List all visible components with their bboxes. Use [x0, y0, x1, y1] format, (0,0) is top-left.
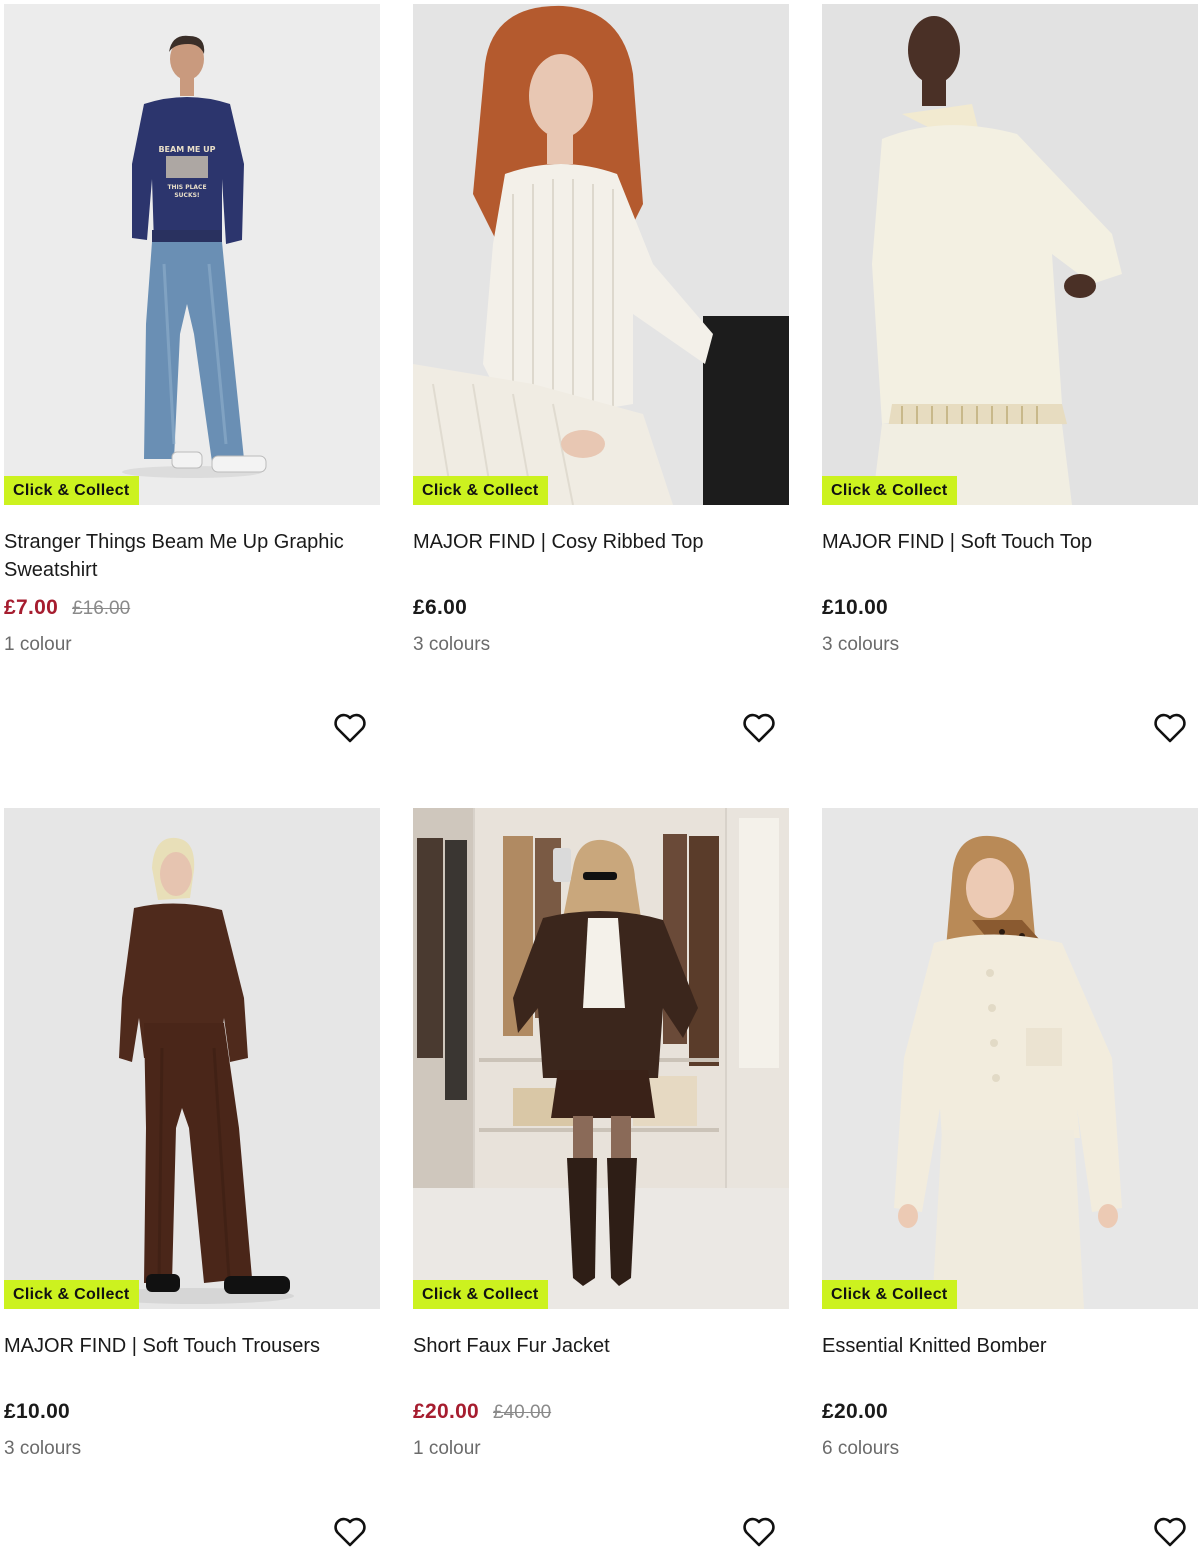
- price: £10.00: [4, 1400, 71, 1423]
- price: £10.00: [822, 596, 889, 619]
- graphic-text: BEAM ME UP: [158, 145, 215, 154]
- price-row: £6.00: [413, 593, 467, 623]
- product-image[interactable]: [822, 808, 1198, 1309]
- product-photo-faux-fur-jacket: [413, 808, 789, 1309]
- product-grid: BEAM ME UP THIS PLACE SUCKS! Click & Col…: [0, 0, 1200, 1552]
- price-row: £20.00: [822, 1397, 888, 1427]
- heart-outline-icon: [1154, 1517, 1186, 1547]
- product-card[interactable]: Click & Collect Short Faux Fur Jacket £2…: [413, 808, 789, 1552]
- price-row: £20.00 £40.00: [413, 1397, 551, 1427]
- wishlist-button[interactable]: [330, 708, 370, 748]
- product-card[interactable]: Click & Collect MAJOR FIND | Cosy Ribbed…: [413, 4, 789, 774]
- product-photo-soft-touch-top: [822, 4, 1198, 505]
- wishlist-button[interactable]: [739, 1512, 779, 1552]
- colour-count: 3 colours: [413, 634, 491, 655]
- price-row: £7.00 £16.00: [4, 593, 130, 623]
- product-image[interactable]: [822, 4, 1198, 505]
- heart-outline-icon: [743, 1517, 775, 1547]
- colour-count: 3 colours: [4, 1438, 82, 1459]
- product-title[interactable]: MAJOR FIND | Soft Touch Top: [822, 528, 1192, 556]
- wishlist-button[interactable]: [739, 708, 779, 748]
- price: £20.00: [822, 1400, 889, 1423]
- product-photo-knitted-bomber: [822, 808, 1198, 1309]
- product-image[interactable]: [4, 808, 380, 1309]
- product-photo-trousers: [4, 808, 380, 1309]
- heart-outline-icon: [334, 713, 366, 743]
- product-title[interactable]: Stranger Things Beam Me Up Graphic Sweat…: [4, 528, 374, 584]
- was-price: £16.00: [72, 598, 131, 619]
- click-collect-badge: Click & Collect: [822, 476, 957, 505]
- product-image[interactable]: [413, 808, 789, 1309]
- wishlist-button[interactable]: [1150, 1512, 1190, 1552]
- wishlist-button[interactable]: [1150, 708, 1190, 748]
- colour-count: 3 colours: [822, 634, 900, 655]
- product-title[interactable]: Essential Knitted Bomber: [822, 1332, 1192, 1360]
- heart-outline-icon: [1154, 713, 1186, 743]
- click-collect-badge: Click & Collect: [4, 1280, 139, 1309]
- product-card[interactable]: Click & Collect MAJOR FIND | Soft Touch …: [4, 808, 380, 1552]
- product-title[interactable]: MAJOR FIND | Soft Touch Trousers: [4, 1332, 374, 1360]
- click-collect-badge: Click & Collect: [413, 1280, 548, 1309]
- product-title[interactable]: Short Faux Fur Jacket: [413, 1332, 783, 1360]
- price: £6.00: [413, 596, 468, 619]
- product-photo-sweatshirt: BEAM ME UP THIS PLACE SUCKS!: [4, 4, 380, 505]
- click-collect-badge: Click & Collect: [4, 476, 139, 505]
- click-collect-badge: Click & Collect: [822, 1280, 957, 1309]
- graphic-text: THIS PLACE: [167, 184, 206, 191]
- heart-outline-icon: [743, 713, 775, 743]
- click-collect-badge: Click & Collect: [413, 476, 548, 505]
- product-image[interactable]: [413, 4, 789, 505]
- graphic-text: SUCKS!: [174, 192, 199, 199]
- was-price: £40.00: [493, 1402, 552, 1423]
- colour-count: 1 colour: [4, 634, 72, 655]
- product-title[interactable]: MAJOR FIND | Cosy Ribbed Top: [413, 528, 783, 556]
- price-row: £10.00: [822, 593, 888, 623]
- product-image[interactable]: BEAM ME UP THIS PLACE SUCKS!: [4, 4, 380, 505]
- heart-outline-icon: [334, 1517, 366, 1547]
- product-photo-ribbed-top: [413, 4, 789, 505]
- price-row: £10.00: [4, 1397, 70, 1427]
- product-card[interactable]: Click & Collect Essential Knitted Bomber…: [822, 808, 1198, 1552]
- sale-price: £7.00: [4, 596, 59, 619]
- product-card[interactable]: Click & Collect MAJOR FIND | Soft Touch …: [822, 4, 1198, 774]
- colour-count: 1 colour: [413, 1438, 481, 1459]
- wishlist-button[interactable]: [330, 1512, 370, 1552]
- colour-count: 6 colours: [822, 1438, 900, 1459]
- product-card[interactable]: BEAM ME UP THIS PLACE SUCKS! Click & Col…: [4, 4, 380, 774]
- sale-price: £20.00: [413, 1400, 480, 1423]
